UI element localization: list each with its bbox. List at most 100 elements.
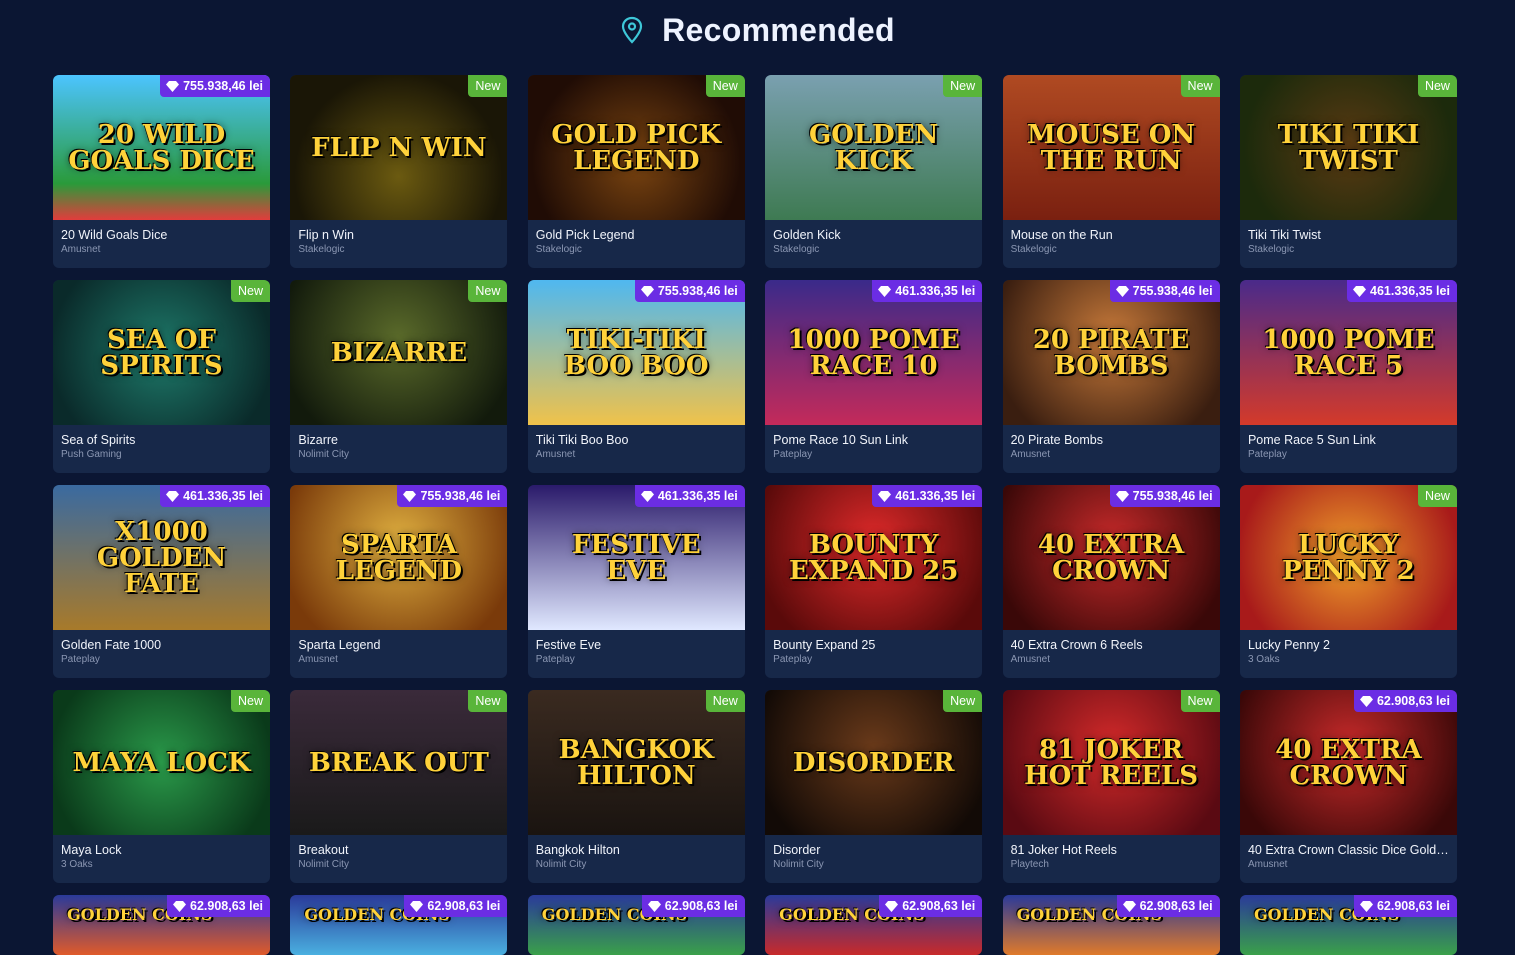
game-thumbnail[interactable]: 81 Joker Hot Reels New xyxy=(1002,690,1220,835)
game-card[interactable]: Golden Coins 62.908,63 lei xyxy=(765,895,983,955)
game-thumbnail[interactable]: Mouse on the Run New xyxy=(1002,75,1220,220)
game-title: 20 Wild Goals Dice xyxy=(61,228,168,242)
diamond-icon xyxy=(1353,285,1367,297)
game-card[interactable]: Tiki-Tiki Boo Boo 755.938,46 lei Tiki Tiki… xyxy=(527,280,745,473)
game-thumbnail[interactable]: Gold Pick Legend New xyxy=(527,75,745,220)
game-title: 40 Extra Crown 6 Reels xyxy=(1010,638,1143,652)
game-thumbnail[interactable]: Tiki Tiki Twist New xyxy=(1239,75,1457,220)
game-thumbnail[interactable]: Golden Kick New xyxy=(765,75,983,220)
game-thumbnail[interactable]: 40 Extra Crown 755.938,46 lei xyxy=(1002,485,1220,630)
game-provider: Nolimit City xyxy=(298,449,349,460)
game-thumbnail[interactable]: Flip n Win New xyxy=(290,75,508,220)
game-card[interactable]: Golden Coins 62.908,63 lei xyxy=(1239,895,1457,955)
game-info: Sparta Legend Amusnet xyxy=(290,630,507,665)
game-card[interactable]: Golden Kick New Golden Kick Stakelogic xyxy=(765,75,983,268)
game-thumbnail[interactable]: Lucky Penny 2 New xyxy=(1239,485,1457,630)
game-card[interactable]: x1000 Golden Fate 461.336,35 lei Golden Fa… xyxy=(53,485,270,678)
game-title: 40 Extra Crown Classic Dice Golde... xyxy=(1247,843,1449,857)
game-thumbnail[interactable]: 1000 Pome Race 10 461.336,35 lei xyxy=(765,280,983,425)
game-card[interactable]: 1000 Pome Race 10 461.336,35 lei Pome Race… xyxy=(765,280,983,473)
jackpot-amount: 755.938,46 lei xyxy=(1132,489,1213,503)
section-title: Recommended xyxy=(662,11,895,48)
new-badge: New xyxy=(230,690,270,712)
game-card[interactable]: Flip n Win New Flip n Win Stakelogic xyxy=(290,75,508,268)
game-card[interactable]: Sparta Legend 755.938,46 lei Sparta Legend… xyxy=(290,485,508,678)
game-card[interactable]: Bangkok Hilton New Bangkok Hilton Nolimit C… xyxy=(527,690,745,883)
game-provider: Amusnet xyxy=(1010,449,1051,460)
game-card[interactable]: Bizarre New Bizarre Nolimit City xyxy=(290,280,508,473)
diamond-icon xyxy=(1359,695,1373,707)
game-thumbnail[interactable]: Bounty Expand 25 461.336,35 lei xyxy=(765,485,983,630)
game-thumbnail[interactable]: 1000 Pome Race 5 461.336,35 lei xyxy=(1239,280,1457,425)
game-thumbnail[interactable]: Golden Coins 62.908,63 lei xyxy=(1239,895,1457,955)
game-info: Pome Race 5 Sun Link Pateplay xyxy=(1240,425,1457,460)
jackpot-badge: 62.908,63 lei xyxy=(641,895,745,917)
game-card[interactable]: 20 Wild Goals Dice 755.938,46 lei 20 Wild … xyxy=(53,75,270,268)
game-thumbnail[interactable]: Maya Lock New xyxy=(53,690,270,835)
game-thumbnail[interactable]: Break Out New xyxy=(290,690,508,835)
game-card[interactable]: Break Out New Breakout Nolimit City xyxy=(290,690,508,883)
game-thumbnail[interactable]: Golden Coins 62.908,63 lei xyxy=(53,895,270,955)
jackpot-amount: 62.908,63 lei xyxy=(190,899,263,913)
game-card[interactable]: Lucky Penny 2 New Lucky Penny 23 Oaks xyxy=(1239,485,1457,678)
game-thumbnail[interactable]: Sparta Legend 755.938,46 lei xyxy=(290,485,508,630)
jackpot-amount: 62.908,63 lei xyxy=(427,899,501,913)
game-info: Golden Fate 1000 Pateplay xyxy=(53,630,270,665)
game-card[interactable]: Maya Lock New Maya Lock 3 Oaks xyxy=(53,690,270,883)
game-card[interactable]: Golden Coins 62.908,63 lei xyxy=(1002,895,1220,955)
jackpot-amount: 62.908,63 lei xyxy=(1376,694,1450,708)
game-thumbnail[interactable]: Bizarre New xyxy=(290,280,508,425)
jackpot-amount: 461.336,35 lei xyxy=(183,489,263,503)
game-thumbnail[interactable]: Disorder New xyxy=(765,690,983,835)
game-provider: 3 Oaks xyxy=(1247,654,1280,665)
game-card[interactable]: Gold Pick Legend New Gold Pick Legend Stake… xyxy=(527,75,745,268)
game-card[interactable]: 20 Pirate Bombs 755.938,46 lei 20 Pirate B… xyxy=(1002,280,1220,473)
game-card[interactable]: 81 Joker Hot Reels New 81 Joker Hot Reels P… xyxy=(1002,690,1220,883)
game-thumbnail[interactable]: 20 Wild Goals Dice 755.938,46 lei xyxy=(53,75,270,220)
game-logo-art: Gold Pick Legend xyxy=(551,119,722,176)
game-thumbnail[interactable]: Golden Coins 62.908,63 lei xyxy=(527,895,745,955)
game-info: Tiki Tiki Twist Stakelogic xyxy=(1240,220,1457,255)
game-card[interactable]: Disorder New Disorder Nolimit City xyxy=(765,690,983,883)
game-title: 81 Joker Hot Reels xyxy=(1010,843,1117,857)
game-thumbnail[interactable]: Bangkok Hilton New xyxy=(527,690,745,835)
game-provider: Stakelogic xyxy=(535,244,582,255)
game-card[interactable]: Mouse on the Run New Mouse on the Run Stake… xyxy=(1002,75,1220,268)
jackpot-badge: 461.336,35 lei xyxy=(634,485,745,507)
diamond-icon xyxy=(410,900,424,912)
game-thumbnail[interactable]: Golden Coins 62.908,63 lei xyxy=(1002,895,1220,955)
game-thumbnail[interactable]: Golden Coins 62.908,63 lei xyxy=(765,895,983,955)
game-thumbnail[interactable]: Festive Eve 461.336,35 lei xyxy=(527,485,745,630)
game-card[interactable]: 40 Extra Crown 755.938,46 lei 40 Extra Cro… xyxy=(1002,485,1220,678)
game-thumbnail[interactable]: Golden Coins 62.908,63 lei xyxy=(290,895,508,955)
game-title: Bangkok Hilton xyxy=(535,843,620,857)
game-thumbnail[interactable]: Sea of Spirits New xyxy=(53,280,270,425)
jackpot-amount: 461.336,35 lei xyxy=(895,284,976,298)
game-thumbnail[interactable]: 40 Extra Crown 62.908,63 lei xyxy=(1239,690,1457,835)
game-card[interactable]: Festive Eve 461.336,35 lei Festive Eve Pate… xyxy=(527,485,745,678)
game-card[interactable]: Tiki Tiki Twist New Tiki Tiki Twist Stakelo… xyxy=(1239,75,1457,268)
jackpot-amount: 62.908,63 lei xyxy=(664,899,738,913)
game-provider: Nolimit City xyxy=(773,859,824,870)
game-card[interactable]: Golden Coins 62.908,63 lei xyxy=(53,895,270,955)
games-grid: 20 Wild Goals Dice 755.938,46 lei 20 Wild … xyxy=(53,75,1457,955)
game-thumbnail[interactable]: x1000 Golden Fate 461.336,35 lei xyxy=(53,485,270,630)
game-title: Sparta Legend xyxy=(298,638,381,652)
game-thumbnail[interactable]: 20 Pirate Bombs 755.938,46 lei xyxy=(1002,280,1220,425)
game-card[interactable]: 40 Extra Crown 62.908,63 lei 40 Extra Crow… xyxy=(1239,690,1457,883)
jackpot-badge: 755.938,46 lei xyxy=(160,75,270,97)
game-card[interactable]: Sea of Spirits New Sea of Spirits Push Gami… xyxy=(53,280,270,473)
game-card[interactable]: Bounty Expand 25 461.336,35 lei Bounty Exp… xyxy=(765,485,983,678)
game-logo-art: Festive Eve xyxy=(572,529,701,586)
jackpot-badge: 755.938,46 lei xyxy=(634,280,745,302)
game-title: Disorder xyxy=(773,843,821,857)
game-card[interactable]: 1000 Pome Race 5 461.336,35 lei Pome Race … xyxy=(1239,280,1457,473)
game-provider: Nolimit City xyxy=(298,859,349,870)
game-info: Tiki Tiki Boo Boo Amusnet xyxy=(528,425,745,460)
game-card[interactable]: Golden Coins 62.908,63 lei xyxy=(527,895,745,955)
game-logo-art: Tiki-Tiki Boo Boo xyxy=(564,324,709,381)
game-thumbnail[interactable]: Tiki-Tiki Boo Boo 755.938,46 lei xyxy=(527,280,745,425)
location-pin-icon xyxy=(622,16,643,44)
game-title: Bounty Expand 25 xyxy=(773,638,876,652)
game-card[interactable]: Golden Coins 62.908,63 lei xyxy=(290,895,508,955)
